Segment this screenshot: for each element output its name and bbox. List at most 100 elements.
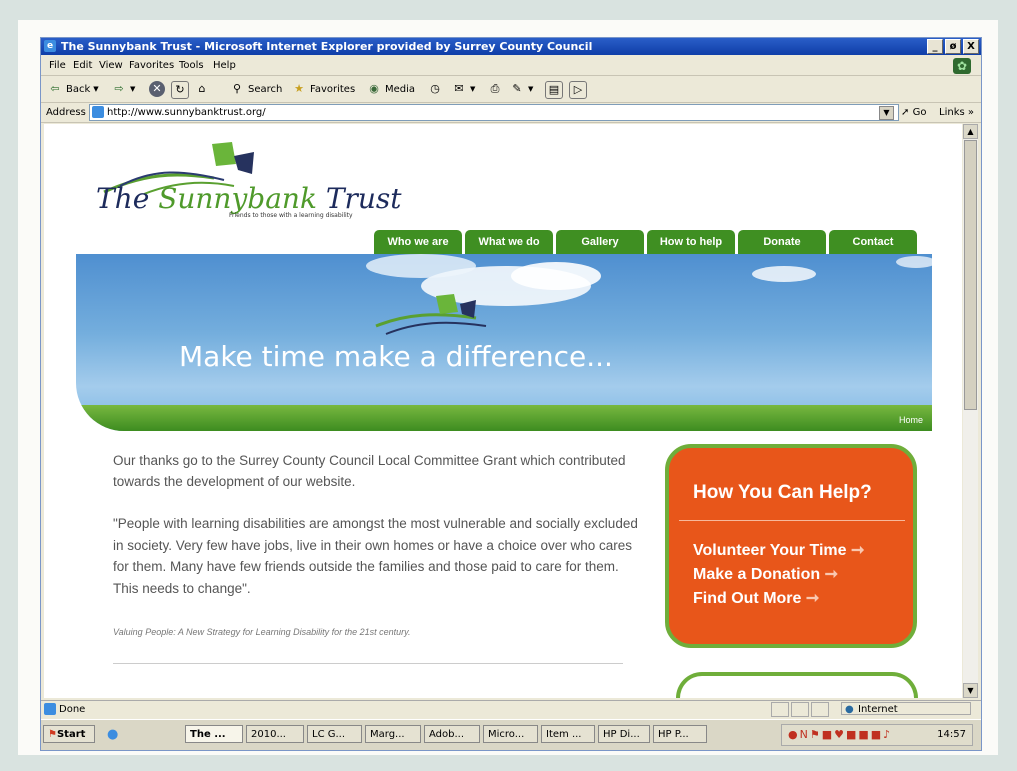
vertical-scrollbar[interactable]: ▲ ▼	[963, 124, 978, 698]
window-controls: _ ø X	[927, 39, 979, 54]
stop-button[interactable]: ✕	[149, 81, 165, 97]
security-zone: ● Internet	[841, 702, 971, 715]
menu-tools[interactable]: Tools	[179, 60, 204, 71]
task-item[interactable]: Item ...	[541, 725, 595, 743]
menu-favorites[interactable]: Favorites	[129, 60, 174, 71]
start-button[interactable]: ⚑Start	[43, 725, 95, 743]
help-divider	[679, 520, 905, 521]
breadcrumb-home[interactable]: Home	[899, 415, 923, 425]
edit-icon: ✎	[512, 82, 522, 95]
print-button[interactable]: ⎙	[487, 81, 503, 97]
favorites-star-icon: ★	[294, 82, 304, 95]
volunteer-link[interactable]: Volunteer Your Time ➞	[693, 540, 864, 560]
nav-gallery[interactable]: Gallery	[556, 230, 644, 254]
close-button[interactable]: X	[963, 39, 979, 54]
go-label: Go	[912, 107, 927, 118]
nav-how-to-help[interactable]: How to help	[647, 230, 735, 254]
scroll-down-icon[interactable]: ▼	[963, 683, 978, 698]
volunteer-label: Volunteer Your Time	[693, 542, 847, 559]
address-input[interactable]: http://www.sunnybanktrust.org/	[89, 104, 899, 121]
back-dropdown-icon: ▼	[93, 85, 99, 93]
task-lc-g[interactable]: LC G...	[307, 725, 362, 743]
toolbar: ⇦ Back ▼ ⇨ ▼ ✕ ↻ ⌂ ⚲ Search ★ Favorites …	[41, 76, 981, 103]
windows-logo-icon: ✿	[953, 58, 971, 74]
globe-icon: ●	[845, 704, 854, 715]
favorites-label: Favorites	[310, 83, 356, 95]
links-button[interactable]: Links »	[939, 107, 974, 118]
taskbar: ⚑Start ● The ... 2010... LC G... Marg...…	[41, 719, 981, 750]
address-label: Address	[46, 107, 86, 118]
start-label: Start	[56, 729, 86, 740]
title-bar: e The Sunnybank Trust - Microsoft Intern…	[41, 38, 981, 55]
task-the-sunnybank[interactable]: The ...	[185, 725, 243, 743]
donation-link[interactable]: Make a Donation ➞	[693, 564, 838, 584]
logo-sunnybank: Sunnybank	[158, 182, 317, 215]
search-button[interactable]: ⚲ Search	[229, 81, 282, 97]
help-heading: How You Can Help?	[693, 482, 872, 503]
nav-contact[interactable]: Contact	[829, 230, 917, 254]
nav-what-we-do[interactable]: What we do	[465, 230, 553, 254]
edit-button[interactable]: ✎ ▼	[509, 81, 533, 97]
menu-help[interactable]: Help	[213, 60, 236, 71]
address-bar: Address http://www.sunnybanktrust.org/ ▼…	[41, 103, 981, 123]
banner-headline: Make time make a difference...	[179, 340, 613, 373]
page-icon	[92, 106, 104, 118]
zone-label: Internet	[858, 704, 898, 715]
find-out-more-link[interactable]: Find Out More ➞	[693, 588, 819, 608]
donation-label: Make a Donation	[693, 566, 821, 583]
media-button[interactable]: ◉ Media	[366, 81, 415, 97]
thanks-paragraph: Our thanks go to the Surrey County Counc…	[113, 453, 626, 489]
favorites-button[interactable]: ★ Favorites	[291, 81, 355, 97]
ie-quicklaunch-icon[interactable]: ●	[107, 727, 118, 742]
status-bar: Done ● Internet	[41, 700, 981, 718]
discuss-icon: ▤	[545, 81, 563, 99]
scroll-up-icon[interactable]: ▲	[963, 124, 978, 139]
refresh-button[interactable]: ↻	[171, 81, 189, 99]
discuss-button[interactable]: ▤	[545, 81, 563, 99]
back-button[interactable]: ⇦ Back ▼	[47, 81, 99, 97]
menu-view[interactable]: View	[99, 60, 123, 71]
status-text: Done	[59, 704, 86, 715]
system-tray: ●N⚑■♥■■■♪ 14:57	[781, 724, 973, 746]
grass-strip	[76, 405, 932, 431]
menu-edit[interactable]: Edit	[73, 60, 92, 71]
forward-button[interactable]: ⇨ ▼	[111, 81, 135, 97]
how-you-can-help-box: How You Can Help? Volunteer Your Time ➞ …	[665, 444, 917, 648]
print-icon: ⎙	[490, 82, 500, 95]
home-icon: ⌂	[198, 82, 206, 95]
search-icon: ⚲	[232, 82, 242, 95]
stop-icon: ✕	[149, 81, 165, 97]
refresh-icon: ↻	[171, 81, 189, 99]
nav-who-we-are[interactable]: Who we are	[374, 230, 462, 254]
task-marg[interactable]: Marg...	[365, 725, 421, 743]
menu-bar: File Edit View Favorites Tools Help	[41, 56, 981, 76]
task-adob[interactable]: Adob...	[424, 725, 480, 743]
history-button[interactable]: ◷	[427, 81, 443, 97]
home-button[interactable]: ⌂	[194, 81, 210, 97]
clock: 14:57	[937, 729, 966, 740]
messenger-icon: ▷	[569, 81, 587, 99]
mail-button[interactable]: ✉ ▼	[451, 81, 475, 97]
site-logo[interactable]: The Sunnybank Trust	[96, 182, 402, 215]
go-button[interactable]: ➚ Go	[901, 107, 926, 118]
task-hp-p[interactable]: HP P...	[653, 725, 707, 743]
back-label: Back	[66, 83, 91, 95]
task-micro[interactable]: Micro...	[483, 725, 538, 743]
browser-window: e The Sunnybank Trust - Microsoft Intern…	[40, 37, 982, 751]
forward-arrow-icon: ⇨	[114, 82, 124, 95]
nav-donate[interactable]: Donate	[738, 230, 826, 254]
search-label: Search	[248, 83, 283, 95]
scroll-thumb[interactable]	[964, 140, 977, 410]
edit-dropdown-icon: ▼	[528, 85, 534, 93]
messenger-button[interactable]: ▷	[569, 81, 587, 99]
address-dropdown-icon[interactable]: ▼	[879, 106, 894, 120]
menu-file[interactable]: File	[49, 60, 66, 71]
task-hp-di[interactable]: HP Di...	[598, 725, 650, 743]
divider	[113, 663, 623, 664]
maximize-button[interactable]: ø	[945, 39, 961, 54]
tray-icons[interactable]: ●N⚑■♥■■■♪	[788, 728, 892, 741]
ie-icon: e	[44, 40, 56, 52]
hero-banner: Make time make a difference... Home	[76, 254, 932, 431]
minimize-button[interactable]: _	[927, 39, 943, 54]
task-2010[interactable]: 2010...	[246, 725, 304, 743]
